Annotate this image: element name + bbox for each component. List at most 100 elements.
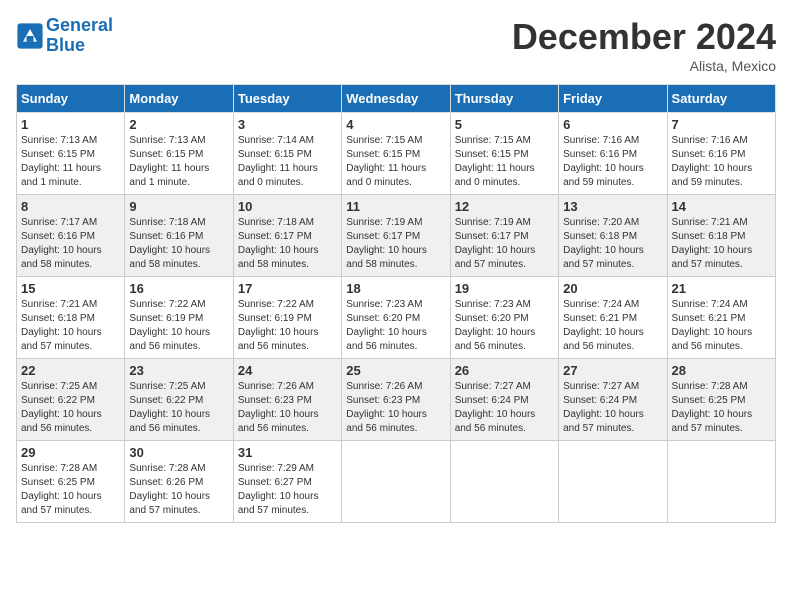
day-info: Sunrise: 7:20 AMSunset: 6:18 PMDaylight:… — [563, 216, 662, 272]
day-number: 2 — [129, 117, 228, 132]
header-saturday: Saturday — [667, 85, 775, 113]
day-info: Sunrise: 7:23 AMSunset: 6:20 PMDaylight:… — [346, 298, 445, 354]
day-info: Sunrise: 7:19 AMSunset: 6:17 PMDaylight:… — [346, 216, 445, 272]
table-row: 6 Sunrise: 7:16 AMSunset: 6:16 PMDaylight… — [559, 113, 667, 195]
calendar-week-row: 29Sunrise: 7:28 AMSunset: 6:25 PMDayligh… — [17, 441, 776, 523]
table-row: 31 Sunrise: 7:29 AMSunset: 6:27 PMDayligh… — [233, 441, 341, 523]
table-row: 26 Sunrise: 7:27 AMSunset: 6:24 PMDayligh… — [450, 359, 558, 441]
day-info: Sunrise: 7:21 AMSunset: 6:18 PMDaylight:… — [672, 216, 771, 272]
table-row: 20Sunrise: 7:24 AMSunset: 6:21 PMDayligh… — [559, 277, 667, 359]
day-number: 24 — [238, 363, 337, 378]
header-row: Sunday Monday Tuesday Wednesday Thursday… — [17, 85, 776, 113]
header-tuesday: Tuesday — [233, 85, 341, 113]
day-number: 4 — [346, 117, 445, 132]
header-sunday: Sunday — [17, 85, 125, 113]
table-row: 24 Sunrise: 7:26 AMSunset: 6:23 PMDayligh… — [233, 359, 341, 441]
header-wednesday: Wednesday — [342, 85, 450, 113]
table-row: 10 Sunrise: 7:18 AMSunset: 6:17 PMDayligh… — [233, 195, 341, 277]
day-number: 7 — [672, 117, 771, 132]
header-friday: Friday — [559, 85, 667, 113]
day-info: Sunrise: 7:18 AMSunset: 6:16 PMDaylight:… — [129, 216, 228, 272]
table-row: 27Sunrise: 7:27 AMSunset: 6:24 PMDayligh… — [559, 359, 667, 441]
day-info: Sunrise: 7:14 AMSunset: 6:15 PMDaylight:… — [238, 134, 337, 190]
day-info: Sunrise: 7:16 AMSunset: 6:16 PMDaylight:… — [563, 134, 662, 190]
table-row: 12Sunrise: 7:19 AMSunset: 6:17 PMDayligh… — [450, 195, 558, 277]
calendar-week-row: 8 Sunrise: 7:17 AMSunset: 6:16 PMDaylight… — [17, 195, 776, 277]
day-info: Sunrise: 7:18 AMSunset: 6:17 PMDaylight:… — [238, 216, 337, 272]
day-number: 8 — [21, 199, 120, 214]
table-row: 8 Sunrise: 7:17 AMSunset: 6:16 PMDaylight… — [17, 195, 125, 277]
day-info: Sunrise: 7:19 AMSunset: 6:17 PMDaylight:… — [455, 216, 554, 272]
page-header: General Blue December 2024 Alista, Mexic… — [16, 16, 776, 74]
table-row — [559, 441, 667, 523]
table-row: 4 Sunrise: 7:15 AMSunset: 6:15 PMDaylight… — [342, 113, 450, 195]
table-row: 1 Sunrise: 7:13 AMSunset: 6:15 PMDaylight… — [17, 113, 125, 195]
logo-icon — [16, 22, 44, 50]
day-number: 13 — [563, 199, 662, 214]
calendar-title: December 2024 — [512, 16, 776, 58]
calendar-table: Sunday Monday Tuesday Wednesday Thursday… — [16, 84, 776, 523]
table-row: 17 Sunrise: 7:22 AMSunset: 6:19 PMDayligh… — [233, 277, 341, 359]
day-number: 3 — [238, 117, 337, 132]
day-info: Sunrise: 7:26 AMSunset: 6:23 PMDaylight:… — [346, 380, 445, 436]
header-monday: Monday — [125, 85, 233, 113]
day-number: 20 — [563, 281, 662, 296]
logo-line1: General — [46, 15, 113, 35]
day-info: Sunrise: 7:27 AMSunset: 6:24 PMDaylight:… — [563, 380, 662, 436]
day-info: Sunrise: 7:17 AMSunset: 6:16 PMDaylight:… — [21, 216, 120, 272]
table-row: 28 Sunrise: 7:28 AMSunset: 6:25 PMDayligh… — [667, 359, 775, 441]
day-number: 6 — [563, 117, 662, 132]
table-row: 22Sunrise: 7:25 AMSunset: 6:22 PMDayligh… — [17, 359, 125, 441]
table-row: 13 Sunrise: 7:20 AMSunset: 6:18 PMDayligh… — [559, 195, 667, 277]
day-number: 10 — [238, 199, 337, 214]
day-number: 14 — [672, 199, 771, 214]
day-info: Sunrise: 7:22 AMSunset: 6:19 PMDaylight:… — [129, 298, 228, 354]
table-row: 9 Sunrise: 7:18 AMSunset: 6:16 PMDaylight… — [125, 195, 233, 277]
day-number: 31 — [238, 445, 337, 460]
day-info: Sunrise: 7:26 AMSunset: 6:23 PMDaylight:… — [238, 380, 337, 436]
day-info: Sunrise: 7:16 AMSunset: 6:16 PMDaylight:… — [672, 134, 771, 190]
table-row: 11Sunrise: 7:19 AMSunset: 6:17 PMDayligh… — [342, 195, 450, 277]
day-info: Sunrise: 7:24 AMSunset: 6:21 PMDaylight:… — [672, 298, 771, 354]
table-row: 5Sunrise: 7:15 AMSunset: 6:15 PMDaylight… — [450, 113, 558, 195]
day-info: Sunrise: 7:13 AMSunset: 6:15 PMDaylight:… — [21, 134, 120, 190]
day-number: 15 — [21, 281, 120, 296]
day-info: Sunrise: 7:28 AMSunset: 6:25 PMDaylight:… — [21, 462, 120, 518]
day-number: 25 — [346, 363, 445, 378]
day-info: Sunrise: 7:25 AMSunset: 6:22 PMDaylight:… — [129, 380, 228, 436]
day-info: Sunrise: 7:22 AMSunset: 6:19 PMDaylight:… — [238, 298, 337, 354]
day-info: Sunrise: 7:27 AMSunset: 6:24 PMDaylight:… — [455, 380, 554, 436]
day-number: 5 — [455, 117, 554, 132]
day-info: Sunrise: 7:28 AMSunset: 6:25 PMDaylight:… — [672, 380, 771, 436]
table-row — [450, 441, 558, 523]
day-number: 16 — [129, 281, 228, 296]
logo-text: General Blue — [46, 16, 113, 56]
table-row: 7 Sunrise: 7:16 AMSunset: 6:16 PMDaylight… — [667, 113, 775, 195]
header-thursday: Thursday — [450, 85, 558, 113]
calendar-week-row: 1 Sunrise: 7:13 AMSunset: 6:15 PMDaylight… — [17, 113, 776, 195]
day-number: 19 — [455, 281, 554, 296]
day-number: 23 — [129, 363, 228, 378]
day-number: 21 — [672, 281, 771, 296]
table-row: 15Sunrise: 7:21 AMSunset: 6:18 PMDayligh… — [17, 277, 125, 359]
table-row — [667, 441, 775, 523]
table-row: 25 Sunrise: 7:26 AMSunset: 6:23 PMDayligh… — [342, 359, 450, 441]
day-number: 26 — [455, 363, 554, 378]
day-info: Sunrise: 7:29 AMSunset: 6:27 PMDaylight:… — [238, 462, 337, 518]
day-info: Sunrise: 7:28 AMSunset: 6:26 PMDaylight:… — [129, 462, 228, 518]
day-number: 9 — [129, 199, 228, 214]
day-number: 30 — [129, 445, 228, 460]
table-row: 23 Sunrise: 7:25 AMSunset: 6:22 PMDayligh… — [125, 359, 233, 441]
calendar-subtitle: Alista, Mexico — [512, 58, 776, 74]
day-number: 28 — [672, 363, 771, 378]
table-row: 19Sunrise: 7:23 AMSunset: 6:20 PMDayligh… — [450, 277, 558, 359]
calendar-week-row: 22 Sunrise: 7:25 AMSunset: 6:22 PMDayligh… — [17, 359, 776, 441]
day-number: 1 — [21, 117, 120, 132]
logo: General Blue — [16, 16, 113, 56]
calendar-week-row: 15Sunrise: 7:21 AMSunset: 6:18 PMDayligh… — [17, 277, 776, 359]
day-info: Sunrise: 7:15 AMSunset: 6:15 PMDaylight:… — [346, 134, 445, 190]
day-number: 22 — [21, 363, 120, 378]
day-number: 17 — [238, 281, 337, 296]
title-section: December 2024 Alista, Mexico — [512, 16, 776, 74]
table-row: 21 Sunrise: 7:24 AMSunset: 6:21 PMDayligh… — [667, 277, 775, 359]
